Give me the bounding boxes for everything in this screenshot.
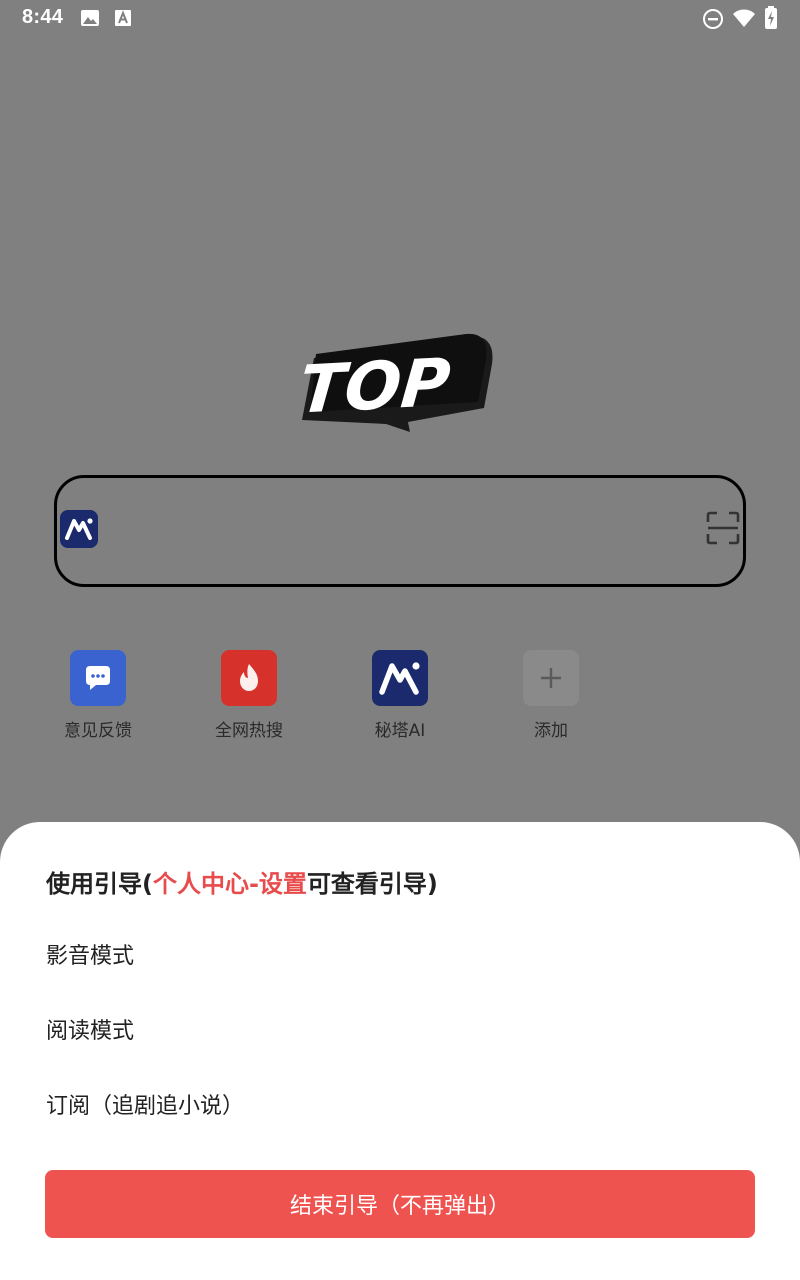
sheet-title: 使用引导(个人中心-设置可查看引导) xyxy=(46,864,438,899)
do-not-disturb-icon xyxy=(703,9,723,29)
battery-charging-icon xyxy=(765,6,777,29)
metaso-logo-icon xyxy=(372,650,428,706)
shortcut-label: 秘塔AI xyxy=(374,721,426,741)
shortcut-label: 意见反馈 xyxy=(64,721,132,741)
image-icon xyxy=(81,10,99,26)
end-guide-button[interactable]: 结束引导（不再弹出） xyxy=(45,1170,755,1238)
plus-icon xyxy=(523,650,579,706)
chat-bubble-icon xyxy=(70,650,126,706)
font-download-icon xyxy=(115,10,131,26)
top-logo: TOP xyxy=(298,333,493,432)
shortcut-label: 全网热搜 xyxy=(215,721,283,741)
wifi-icon xyxy=(733,9,755,27)
guide-item-media-mode[interactable]: 影音模式 xyxy=(46,938,134,970)
shortcut-metaso-ai[interactable]: 秘塔AI xyxy=(340,650,460,741)
search-bar[interactable] xyxy=(54,475,746,587)
scan-icon[interactable] xyxy=(706,511,740,545)
sheet-title-suffix: 可查看引导) xyxy=(306,870,438,898)
logo-text: TOP xyxy=(298,343,453,428)
guide-item-subscription[interactable]: 订阅（追剧追小说） xyxy=(46,1088,244,1120)
status-bar: 8:44 xyxy=(0,0,800,36)
shortcut-label: 添加 xyxy=(534,721,568,741)
shortcut-add[interactable]: 添加 xyxy=(491,650,611,741)
sheet-title-highlight: 个人中心-设置 xyxy=(152,870,307,898)
metaso-logo-icon[interactable] xyxy=(60,510,98,548)
status-time: 8:44 xyxy=(22,6,64,28)
fire-icon xyxy=(221,650,277,706)
guide-item-reading-mode[interactable]: 阅读模式 xyxy=(46,1013,134,1045)
guide-bottom-sheet: 使用引导(个人中心-设置可查看引导) 影音模式 阅读模式 订阅（追剧追小说） 结… xyxy=(0,822,800,1280)
shortcut-feedback[interactable]: 意见反馈 xyxy=(38,650,158,741)
sheet-title-prefix: 使用引导( xyxy=(46,870,153,898)
shortcut-hot-search[interactable]: 全网热搜 xyxy=(189,650,309,741)
